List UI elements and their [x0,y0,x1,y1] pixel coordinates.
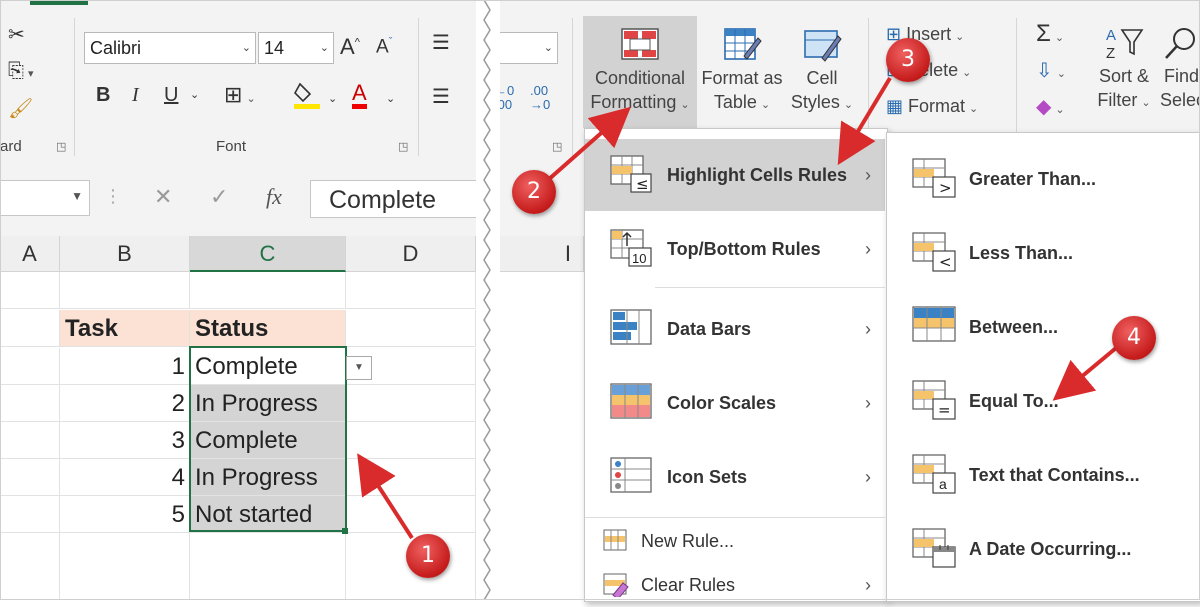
screenshot-border [0,0,1200,600]
